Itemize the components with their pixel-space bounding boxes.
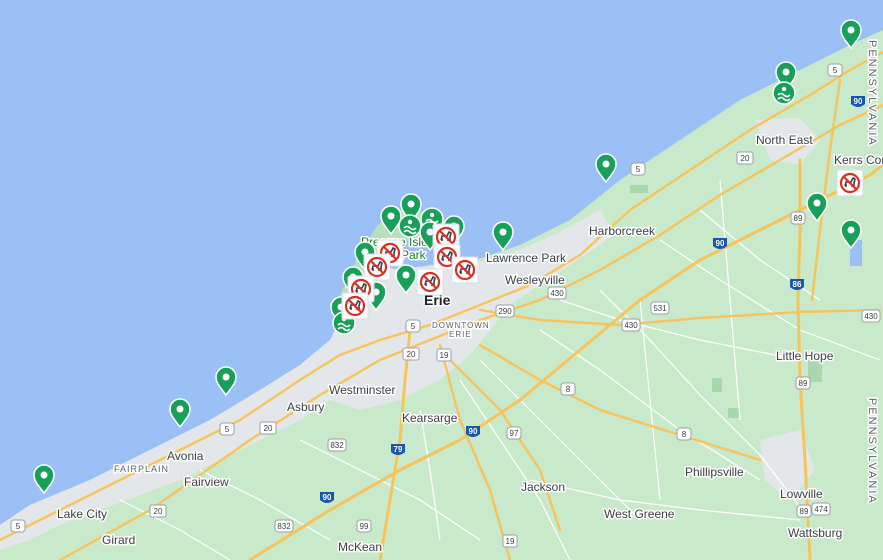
shield-r19-erie: 19	[436, 348, 452, 362]
label-westminster: Westminster	[329, 383, 395, 397]
svg-text:90: 90	[716, 239, 725, 248]
label-girard: Girard	[102, 533, 135, 547]
svg-text:5: 5	[411, 322, 416, 331]
svg-text:20: 20	[264, 424, 273, 433]
label-downtown-2: ERIE	[449, 330, 472, 339]
label-kearsarge: Kearsarge	[402, 411, 458, 425]
label-wattsburg: Wattsburg	[788, 526, 842, 540]
beach-marker-icon[interactable]	[398, 214, 422, 238]
shield-r20-ne: 20	[736, 151, 754, 165]
label-lowville: Lowville	[780, 487, 823, 501]
no-dogs-icon[interactable]	[415, 267, 445, 297]
svg-text:832: 832	[330, 441, 344, 450]
shield-i90-west: 90	[320, 492, 334, 503]
shield-r5-far: 5	[10, 519, 26, 533]
label-lake-city: Lake City	[57, 507, 107, 521]
label-jackson: Jackson	[521, 480, 565, 494]
label-lawrence-park: Lawrence Park	[486, 251, 567, 265]
label-wesleyville: Wesleyville	[505, 273, 565, 287]
svg-text:430: 430	[550, 289, 564, 298]
svg-text:20: 20	[407, 350, 416, 359]
shield-i90-harbor: 90	[713, 238, 727, 249]
shield-r5-west: 5	[219, 422, 235, 436]
svg-text:79: 79	[394, 445, 403, 454]
shield-r290: 290	[495, 304, 515, 318]
shield-r8-a: 8	[560, 382, 576, 396]
shield-r97: 97	[506, 426, 522, 440]
label-downtown-1: DOWNTOWN	[432, 321, 490, 330]
map-canvas[interactable]: Erie DOWNTOWN ERIE Presque Isle Park Law…	[0, 0, 883, 560]
svg-text:90: 90	[323, 493, 332, 502]
label-phillipsville: Phillipsville	[685, 465, 744, 479]
shield-r89-c: 89	[796, 504, 812, 518]
label-avonia: Avonia	[167, 449, 204, 463]
label-pennsylvania-top: PENNSYLVANIA	[866, 40, 878, 147]
shield-r832-a: 832	[327, 438, 347, 452]
label-fairview: Fairview	[184, 475, 229, 489]
shield-r430-mid: 430	[621, 318, 641, 332]
svg-text:89: 89	[799, 379, 808, 388]
label-presque-isle-2: Park	[401, 248, 427, 262]
shield-r531: 531	[650, 301, 670, 315]
svg-text:99: 99	[360, 522, 369, 531]
svg-text:5: 5	[225, 425, 230, 434]
svg-text:20: 20	[741, 154, 750, 163]
svg-text:90: 90	[854, 97, 863, 106]
svg-text:430: 430	[864, 312, 878, 321]
label-pennsylvania-bottom: PENNSYLVANIA	[866, 398, 878, 505]
svg-text:8: 8	[566, 385, 571, 394]
no-dogs-icon[interactable]	[450, 255, 480, 285]
svg-text:97: 97	[510, 429, 519, 438]
svg-text:5: 5	[16, 522, 21, 531]
label-fairplain: FAIRPLAIN	[114, 464, 169, 474]
label-west-greene: West Greene	[604, 507, 675, 521]
shield-r89-b: 89	[795, 376, 811, 390]
svg-text:86: 86	[793, 280, 802, 289]
beach-marker-icon[interactable]	[772, 81, 796, 105]
shield-r430-east: 430	[861, 309, 881, 323]
label-asbury: Asbury	[287, 400, 324, 414]
svg-text:20: 20	[154, 507, 163, 516]
label-harborcreek: Harborcreek	[589, 224, 656, 238]
label-north-east: North East	[756, 133, 813, 147]
svg-text:474: 474	[814, 505, 828, 514]
shield-r5-ne: 5	[827, 63, 843, 77]
svg-text:90: 90	[469, 427, 478, 436]
label-little-hope: Little Hope	[776, 349, 834, 363]
shield-r20-erie: 20	[402, 347, 420, 361]
shield-r8-b: 8	[676, 427, 692, 441]
svg-text:19: 19	[506, 537, 515, 546]
shield-r832-b: 832	[274, 519, 294, 533]
shield-r19-s: 19	[502, 534, 518, 548]
shield-r5-harbor: 5	[630, 162, 646, 176]
svg-text:5: 5	[833, 66, 838, 75]
shield-r89-a: 89	[790, 211, 806, 225]
shield-i86: 86	[790, 279, 804, 290]
svg-text:290: 290	[498, 307, 512, 316]
shield-i90-mid: 90	[466, 426, 480, 437]
shield-r20-west: 20	[259, 421, 277, 435]
shield-r20-fv: 20	[149, 504, 167, 518]
svg-text:5: 5	[636, 165, 641, 174]
svg-text:89: 89	[794, 214, 803, 223]
label-mckean: McKean	[338, 540, 382, 554]
svg-text:19: 19	[440, 351, 449, 360]
svg-text:8: 8	[682, 430, 687, 439]
shield-i90-ne: 90	[851, 96, 865, 107]
label-kerrs-corners: Kerrs Cor	[834, 153, 883, 167]
shield-i79: 79	[391, 444, 405, 455]
shield-r474: 474	[811, 502, 831, 516]
svg-text:531: 531	[653, 304, 667, 313]
shield-r430-wes: 430	[547, 286, 567, 300]
no-dogs-icon[interactable]	[835, 168, 865, 198]
svg-text:430: 430	[624, 321, 638, 330]
shield-r5-erie: 5	[405, 319, 421, 333]
svg-text:89: 89	[800, 507, 809, 516]
svg-text:832: 832	[277, 522, 291, 531]
no-dogs-icon[interactable]	[340, 291, 370, 321]
shield-r99: 99	[356, 519, 372, 533]
